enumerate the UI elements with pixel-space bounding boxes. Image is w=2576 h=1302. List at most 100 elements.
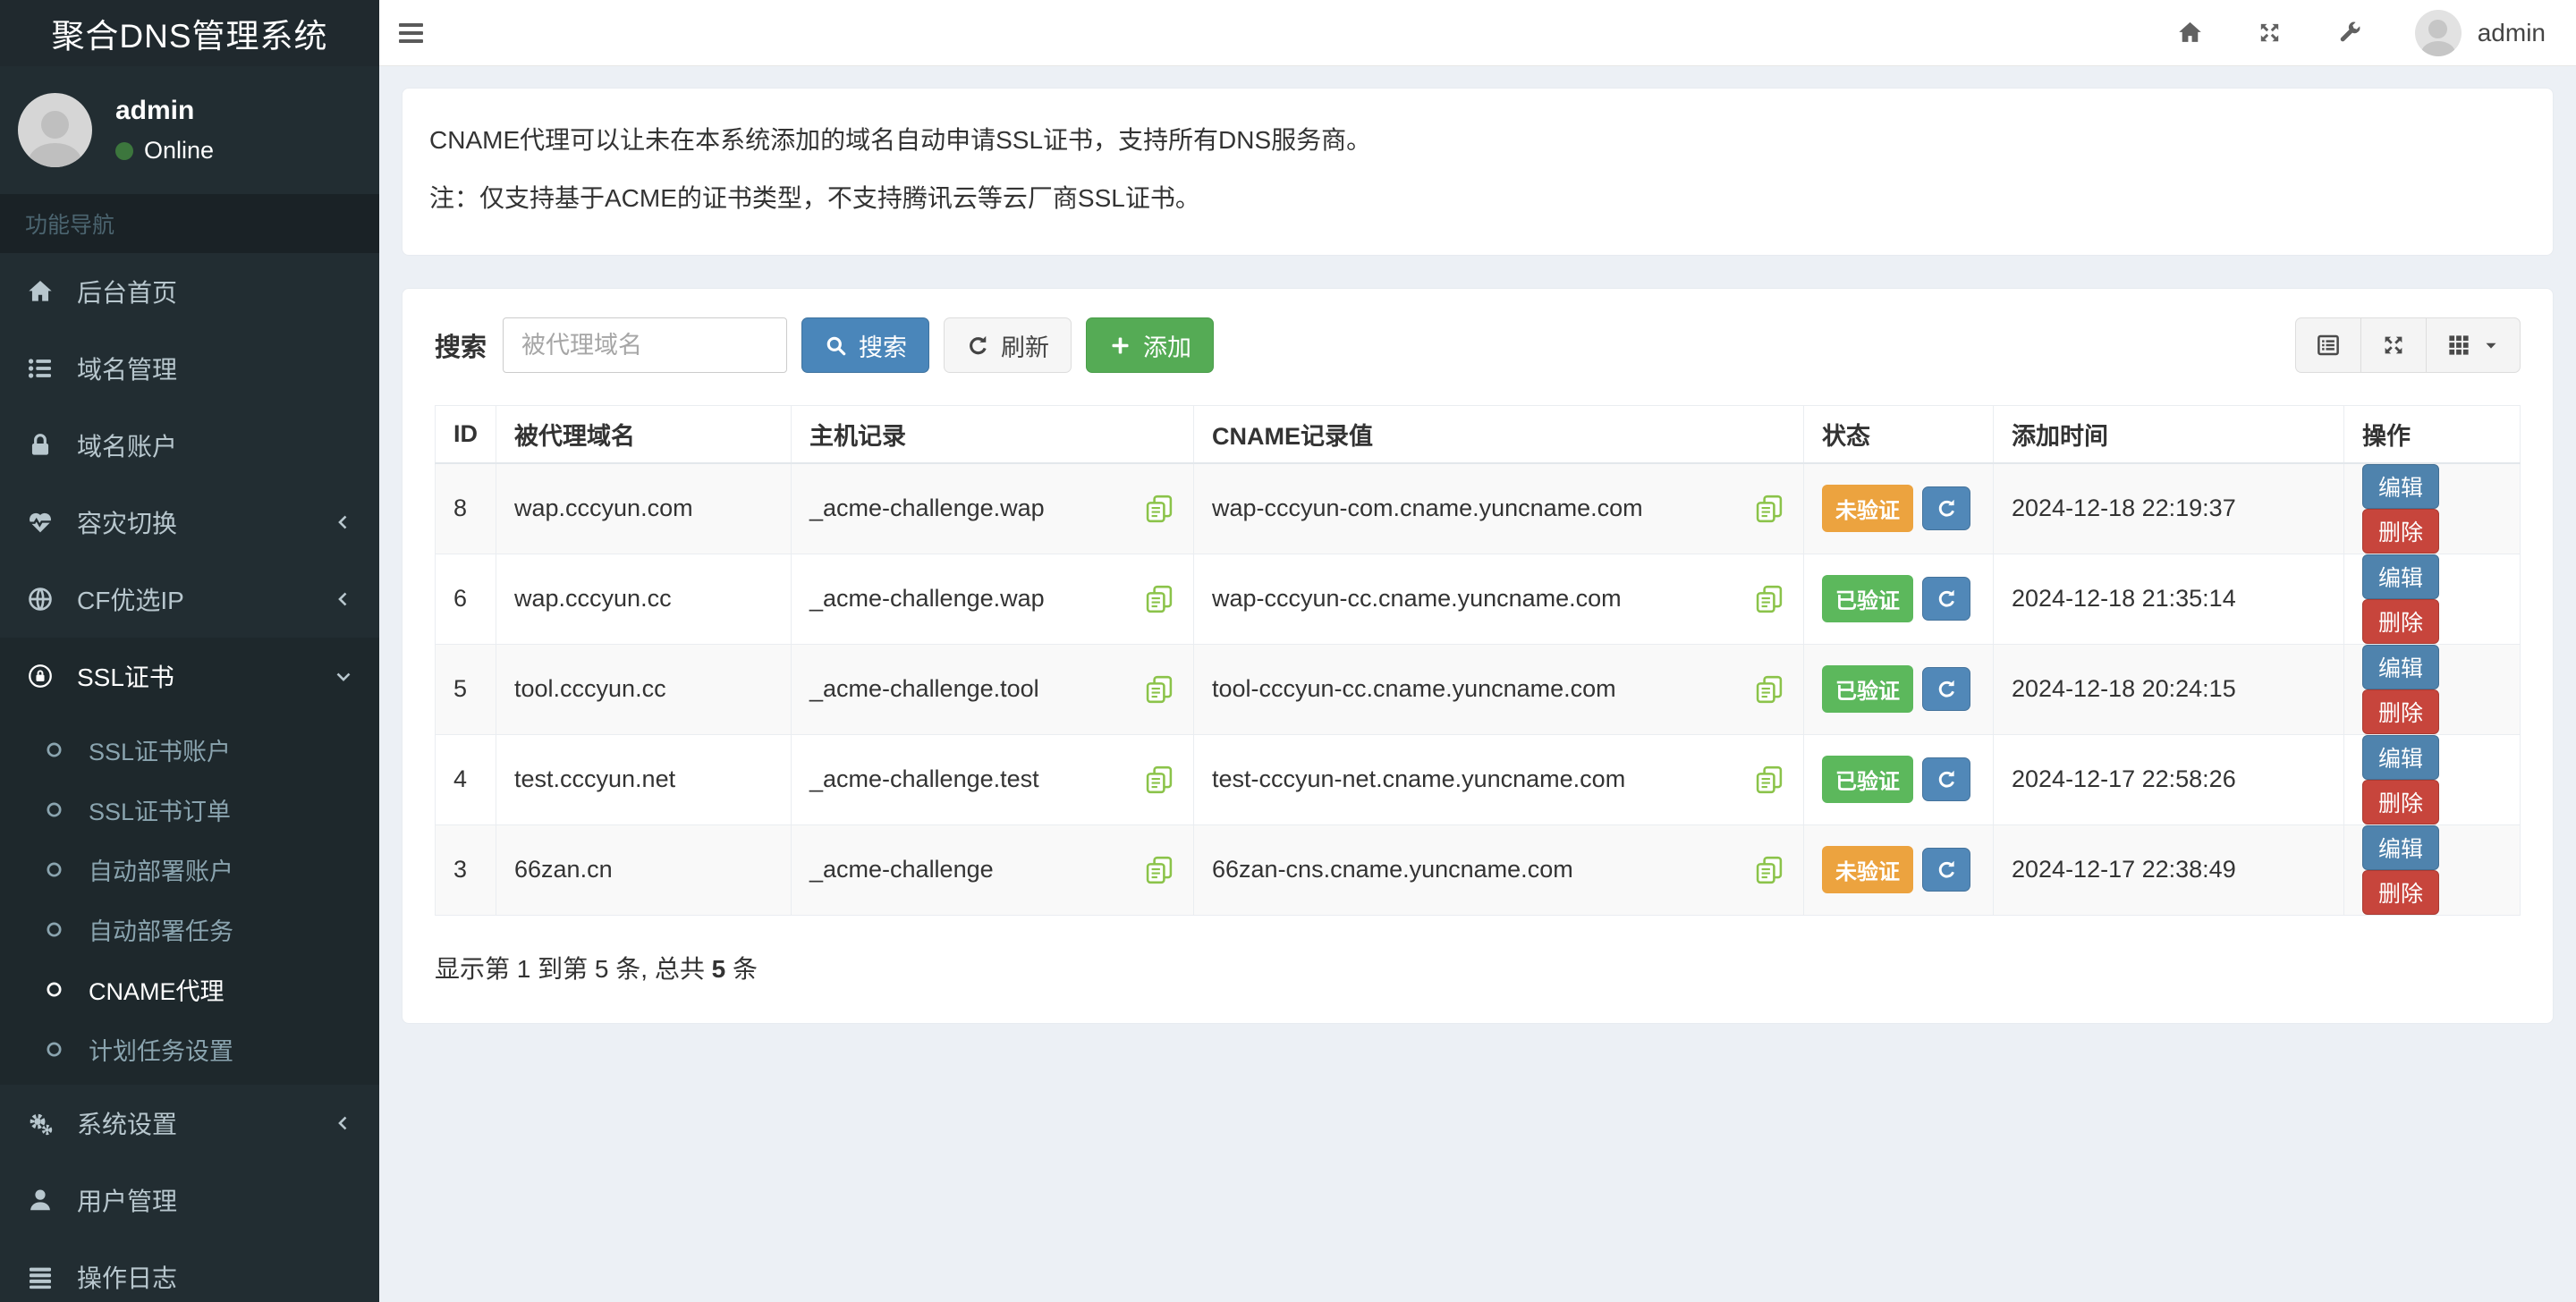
- copy-icon[interactable]: [1753, 583, 1785, 615]
- verify-refresh-button[interactable]: [1922, 848, 1970, 892]
- delete-button[interactable]: 删除: [2362, 509, 2439, 554]
- table-fullscreen-button[interactable]: [2360, 317, 2427, 373]
- refresh-button[interactable]: 刷新: [944, 317, 1072, 373]
- copy-icon[interactable]: [1143, 854, 1175, 886]
- sidebar-item-ssl-orders[interactable]: SSL证书订单: [0, 780, 379, 840]
- cell-id: 6: [436, 554, 496, 644]
- cell-domain: 66zan.cn: [496, 824, 792, 915]
- sidebar-item-deploy-tasks[interactable]: 自动部署任务: [0, 900, 379, 960]
- cell-status: 已验证: [1804, 734, 1994, 824]
- submenu-ssl: SSL证书账户 SSL证书订单 自动部署账户 自动部署任务 CNAME代理 计划…: [0, 714, 379, 1085]
- copy-icon[interactable]: [1753, 493, 1785, 525]
- cell-host: _acme-challenge.test: [792, 734, 1194, 824]
- table-row: 4 test.cccyun.net _acme-challenge.test t…: [436, 734, 2521, 824]
- sidebar-item-cname-proxy[interactable]: CNAME代理: [0, 960, 379, 1019]
- sidebar-item-users[interactable]: 用户管理: [0, 1162, 379, 1239]
- verify-refresh-button[interactable]: [1922, 486, 1970, 530]
- info-line-1: CNAME代理可以让未在本系统添加的域名自动申请SSL证书，支持所有DNS服务商…: [429, 123, 2526, 157]
- edit-button[interactable]: 编辑: [2362, 735, 2439, 780]
- verify-refresh-button[interactable]: [1922, 757, 1970, 801]
- sidebar-item-deploy-accounts[interactable]: 自动部署账户: [0, 840, 379, 900]
- plus-icon: [1108, 334, 1132, 358]
- cell-id: 5: [436, 644, 496, 734]
- delete-button[interactable]: 删除: [2362, 870, 2439, 915]
- list-alt-icon: [25, 1263, 55, 1291]
- certificate-icon: [25, 662, 55, 690]
- treeview-ssl: SSL证书 SSL证书账户 SSL证书订单 自动部署账户 自动部署任务 CNAM…: [0, 638, 379, 1085]
- sidebar-item-system[interactable]: 系统设置: [0, 1085, 379, 1162]
- sidebar-item-ssl-accounts[interactable]: SSL证书账户: [0, 720, 379, 780]
- user-name: admin: [115, 96, 214, 126]
- sidebar-item-home[interactable]: 后台首页: [0, 253, 379, 330]
- sidebar-item-domains[interactable]: 域名管理: [0, 330, 379, 407]
- sidebar-item-cron-settings[interactable]: 计划任务设置: [0, 1019, 379, 1079]
- user-status: Online: [115, 137, 214, 165]
- copy-icon[interactable]: [1143, 673, 1175, 706]
- status-badge: 未验证: [1822, 846, 1913, 893]
- add-button[interactable]: 添加: [1086, 317, 1214, 373]
- fullscreen-icon[interactable]: [2256, 19, 2284, 46]
- delete-button[interactable]: 删除: [2362, 599, 2439, 644]
- globe-icon: [25, 585, 55, 613]
- cell-cname: 66zan-cns.cname.yuncname.com: [1194, 824, 1804, 915]
- edit-button[interactable]: 编辑: [2362, 464, 2439, 509]
- cell-status: 已验证: [1804, 644, 1994, 734]
- copy-icon[interactable]: [1143, 583, 1175, 615]
- search-button[interactable]: 搜索: [801, 317, 929, 373]
- edit-button[interactable]: 编辑: [2362, 554, 2439, 599]
- copy-icon[interactable]: [1143, 764, 1175, 796]
- navbar-user-menu[interactable]: admin: [2415, 10, 2546, 56]
- copy-icon[interactable]: [1753, 854, 1785, 886]
- copy-icon[interactable]: [1753, 673, 1785, 706]
- online-dot-icon: [115, 142, 133, 160]
- app-logo[interactable]: 聚合DNS管理系统: [0, 0, 379, 66]
- navbar-username: admin: [2478, 19, 2546, 47]
- toggle-view-button[interactable]: [2295, 317, 2361, 373]
- user-status-label: Online: [144, 137, 214, 165]
- delete-button[interactable]: 删除: [2362, 780, 2439, 824]
- menu-toggle-icon[interactable]: [399, 0, 456, 66]
- cell-time: 2024-12-17 22:58:26: [1994, 734, 2344, 824]
- sidebar-user-panel: admin Online: [0, 66, 379, 194]
- detail-view-icon: [2315, 332, 2342, 359]
- chevron-down-icon: [333, 665, 354, 687]
- col-status: 状态: [1804, 406, 1994, 463]
- home-icon[interactable]: [2176, 19, 2204, 46]
- cell-id: 8: [436, 463, 496, 554]
- col-id: ID: [436, 406, 496, 463]
- sidebar-item-failover[interactable]: 容灾切换: [0, 484, 379, 561]
- cell-actions: 编辑 删除: [2344, 463, 2521, 554]
- copy-icon[interactable]: [1143, 493, 1175, 525]
- sidebar-item-domain-accounts[interactable]: 域名账户: [0, 407, 379, 484]
- status-badge: 已验证: [1822, 575, 1913, 622]
- circle-icon: [43, 978, 65, 1001]
- edit-button[interactable]: 编辑: [2362, 645, 2439, 689]
- info-box: CNAME代理可以让未在本系统添加的域名自动申请SSL证书，支持所有DNS服务商…: [402, 88, 2554, 256]
- sidebar-item-cf-ip[interactable]: CF优选IP: [0, 561, 379, 638]
- search-label: 搜索: [435, 326, 487, 364]
- sidebar-item-ssl[interactable]: SSL证书: [0, 638, 379, 714]
- columns-dropdown-button[interactable]: [2426, 317, 2521, 373]
- sidebar-item-logs[interactable]: 操作日志: [0, 1239, 379, 1302]
- sidebar: 聚合DNS管理系统 admin Online 功能导航 后台首页 域名管理 域名…: [0, 0, 379, 1302]
- col-host: 主机记录: [792, 406, 1194, 463]
- cell-host: _acme-challenge.wap: [792, 463, 1194, 554]
- circle-icon: [43, 1038, 65, 1061]
- cell-cname: wap-cccyun-com.cname.yuncname.com: [1194, 463, 1804, 554]
- cell-time: 2024-12-17 22:38:49: [1994, 824, 2344, 915]
- verify-refresh-button[interactable]: [1922, 667, 1970, 711]
- delete-button[interactable]: 删除: [2362, 689, 2439, 734]
- columns-grid-icon: [2445, 332, 2472, 359]
- search-input[interactable]: [503, 317, 787, 373]
- verify-refresh-button[interactable]: [1922, 577, 1970, 621]
- gears-icon: [25, 1109, 55, 1137]
- edit-button[interactable]: 编辑: [2362, 825, 2439, 870]
- table-row: 3 66zan.cn _acme-challenge 66zan-cns.cna…: [436, 824, 2521, 915]
- list-icon: [25, 354, 55, 383]
- heartbeat-icon: [25, 508, 55, 537]
- copy-icon[interactable]: [1753, 764, 1785, 796]
- cell-id: 4: [436, 734, 496, 824]
- refresh-icon: [1936, 588, 1958, 610]
- wrench-icon[interactable]: [2335, 19, 2363, 46]
- circle-icon: [43, 918, 65, 941]
